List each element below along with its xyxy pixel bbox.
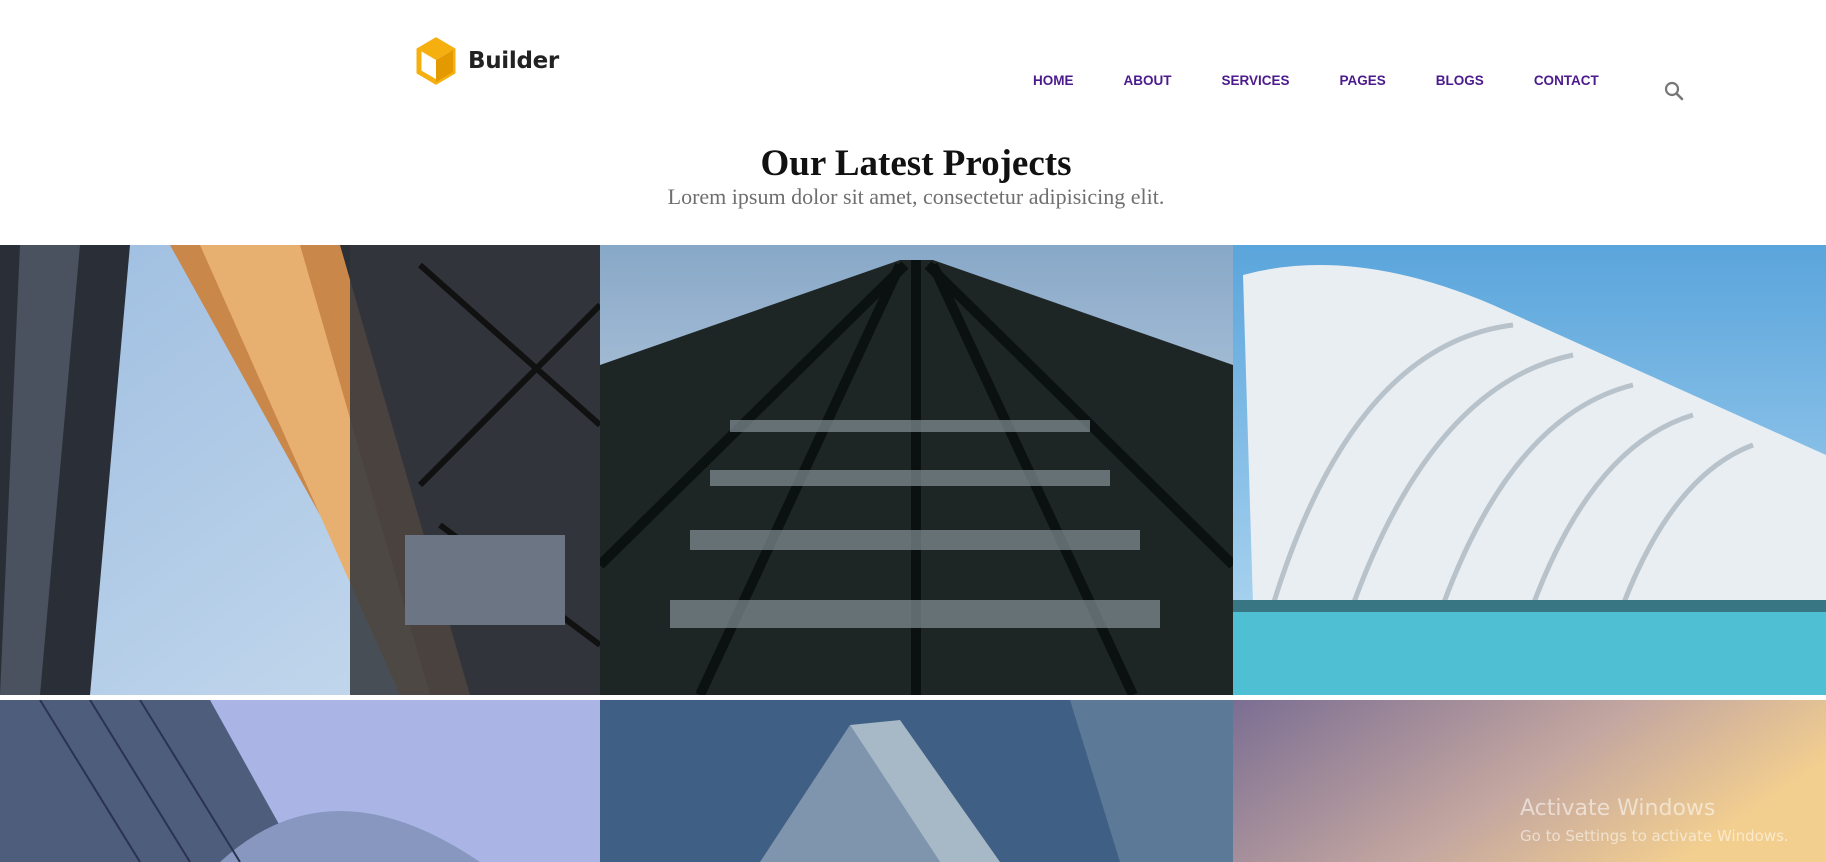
project-tile-1[interactable]: [0, 245, 600, 695]
project-tile-4[interactable]: [0, 700, 600, 862]
main-nav: HOME ABOUT SERVICES PAGES BLOGS CONTACT: [1033, 73, 1599, 88]
nav-about[interactable]: ABOUT: [1124, 73, 1172, 88]
section-subtitle: Lorem ipsum dolor sit amet, consectetur …: [667, 184, 1165, 209]
search-button[interactable]: [1663, 80, 1685, 102]
cube-icon: [416, 37, 456, 85]
building-photo-black-tower: [600, 245, 1233, 695]
nav-contact[interactable]: CONTACT: [1534, 73, 1599, 88]
watermark-title: Activate Windows: [1520, 796, 1716, 821]
search-icon: [1664, 81, 1684, 101]
project-tile-5[interactable]: [600, 700, 1233, 862]
section-title: Our Latest Projects: [760, 143, 1072, 184]
building-photo-glass-curve: [0, 700, 600, 862]
watermark-hint: Go to Settings to activate Windows.: [1520, 827, 1789, 845]
nav-home[interactable]: HOME: [1033, 73, 1074, 88]
building-photo-glass-tower: [600, 700, 1233, 862]
activate-windows-watermark: Activate Windows Go to Settings to activ…: [1520, 796, 1789, 845]
brand-name: Builder: [468, 48, 559, 74]
project-tile-3[interactable]: [1233, 245, 1826, 695]
nav-services[interactable]: SERVICES: [1222, 73, 1290, 88]
brand-logo[interactable]: Builder: [416, 37, 559, 85]
building-photo-white-arches: [1233, 245, 1826, 695]
nav-pages[interactable]: PAGES: [1340, 73, 1386, 88]
project-tile-2[interactable]: [600, 245, 1233, 695]
nav-blogs[interactable]: BLOGS: [1436, 73, 1484, 88]
building-photo-steel-frame: [0, 245, 600, 695]
